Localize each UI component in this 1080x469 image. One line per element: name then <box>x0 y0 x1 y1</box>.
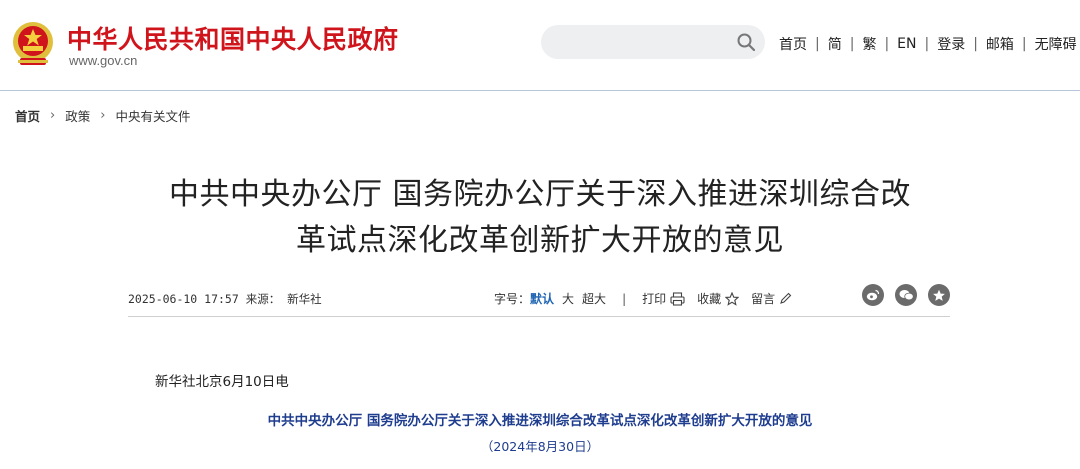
font-size-label: 字号： <box>494 292 531 306</box>
font-size-default[interactable]: 默认 <box>530 290 554 307</box>
article-title: 中共中央办公厅 国务院办公厅关于深入推进深圳综合改 革试点深化改革创新扩大开放的… <box>120 172 960 264</box>
site-title[interactable]: 中华人民共和国中央人民政府 <box>67 20 399 56</box>
source-name: 新华社 <box>287 292 322 306</box>
weibo-glyph-icon <box>866 289 880 301</box>
site-domain: www.gov.cn <box>69 53 138 68</box>
nav-simplified[interactable]: 简 <box>828 34 842 54</box>
search-icon[interactable] <box>737 33 755 51</box>
breadcrumb-central-docs[interactable]: 中央有关文件 <box>115 106 190 125</box>
print-label: 打印 <box>642 292 667 306</box>
article-title-line2: 革试点深化改革创新扩大开放的意见 <box>296 223 784 258</box>
favorite-label: 收藏 <box>697 292 722 306</box>
chevron-right-icon: › <box>100 108 106 123</box>
breadcrumb: 首页 › 政策 › 中央有关文件 <box>15 106 190 125</box>
qzone-star-icon <box>933 289 945 301</box>
nav-login[interactable]: 登录 <box>937 34 965 54</box>
nav-home[interactable]: 首页 <box>779 34 807 54</box>
breadcrumb-home[interactable]: 首页 <box>15 106 40 125</box>
article-meta: 2025-06-10 17:57 来源： 新华社 字号： 默认 大 超大 | 打… <box>128 284 950 310</box>
nav-separator: | <box>924 36 930 52</box>
nav-english[interactable]: EN <box>897 36 916 52</box>
weibo-icon[interactable] <box>862 284 884 306</box>
nav-separator: | <box>884 36 890 52</box>
comment-button[interactable]: 留言 <box>751 290 792 307</box>
nav-separator: | <box>1021 36 1027 52</box>
search-input[interactable] <box>541 25 765 59</box>
publish-datetime: 2025-06-10 17:57 <box>128 292 239 306</box>
breadcrumb-policy[interactable]: 政策 <box>65 106 90 125</box>
star-icon <box>725 291 740 306</box>
favorite-button[interactable]: 收藏 <box>697 290 740 307</box>
tools-separator: | <box>622 291 627 306</box>
wechat-glyph-icon <box>899 290 914 301</box>
printer-icon <box>670 291 685 306</box>
chevron-right-icon: › <box>50 108 56 123</box>
wechat-icon[interactable] <box>895 284 917 306</box>
article-tools: 字号： 默认 大 超大 | 打印 收藏 留言 <box>494 290 804 307</box>
dateline: 新华社北京6月10日电 <box>155 374 289 390</box>
font-size-xlarge[interactable]: 超大 <box>582 290 606 307</box>
nav-accessibility[interactable]: 无障碍 <box>1035 34 1077 54</box>
meta-divider <box>128 316 950 317</box>
document-date: （2024年8月30日） <box>480 439 600 454</box>
pencil-icon <box>780 292 792 304</box>
comment-label: 留言 <box>751 292 776 306</box>
font-size-large[interactable]: 大 <box>562 290 574 307</box>
qzone-icon[interactable] <box>928 284 950 306</box>
nav-separator: | <box>849 36 855 52</box>
print-button[interactable]: 打印 <box>642 290 685 307</box>
site-header: 中华人民共和国中央人民政府 www.gov.cn 首页 | 简 | 繁 | EN… <box>0 0 1080 90</box>
nav-traditional[interactable]: 繁 <box>862 34 876 54</box>
article-info: 2025-06-10 17:57 来源： 新华社 <box>128 291 322 307</box>
national-emblem-icon[interactable] <box>10 20 56 68</box>
nav-separator: | <box>815 36 820 52</box>
nav-separator: | <box>973 36 978 52</box>
header-divider <box>0 90 1080 91</box>
source-label: 来源： <box>245 292 281 306</box>
document-title: 中共中央办公厅 国务院办公厅关于深入推进深圳综合改革试点深化改革创新扩大开放的意… <box>267 413 813 429</box>
nav-mail[interactable]: 邮箱 <box>986 34 1014 54</box>
article-title-line1: 中共中央办公厅 国务院办公厅关于深入推进深圳综合改 <box>168 177 912 212</box>
top-nav: 首页 | 简 | 繁 | EN | 登录 | 邮箱 | 无障碍 <box>779 34 1077 54</box>
